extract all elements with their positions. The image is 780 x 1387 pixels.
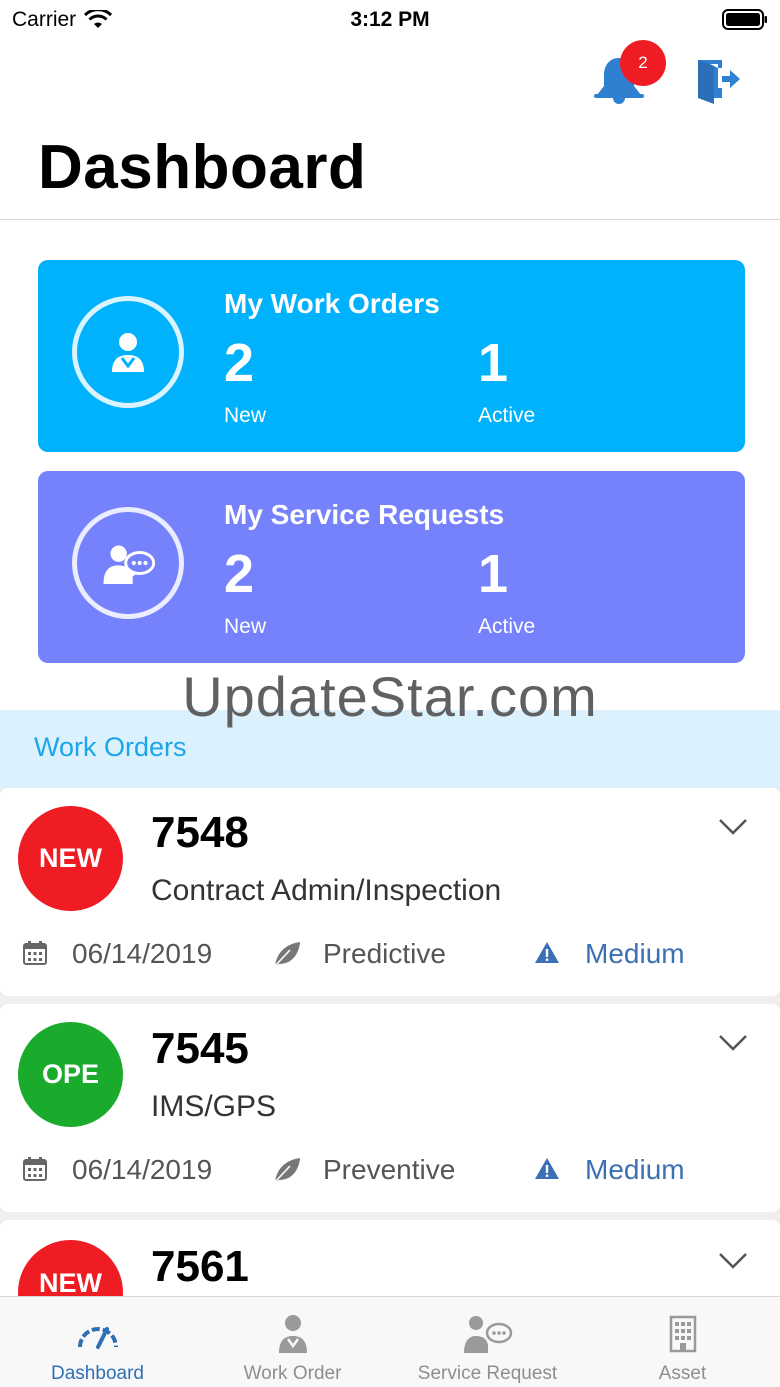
- service-request-icon: [103, 545, 156, 584]
- work-order-list: NEW 7548 Contract Admin/Inspection 06/14…: [0, 788, 780, 1296]
- status-badge: OPE: [18, 1022, 123, 1127]
- tab-service-request[interactable]: Service Request: [390, 1297, 585, 1387]
- warning-icon: [535, 942, 559, 963]
- new-label: New: [224, 404, 267, 427]
- work-order-item[interactable]: NEW 7561: [0, 1220, 780, 1296]
- battery-icon: [722, 9, 767, 30]
- chevron-down-icon[interactable]: [718, 818, 748, 836]
- my-work-orders-card[interactable]: My Work Orders 2 1 New Active: [38, 260, 745, 452]
- section-title: Work Orders: [34, 732, 187, 762]
- new-label: New: [224, 615, 267, 638]
- card-icon-circle: [72, 296, 184, 408]
- active-count: 1: [478, 333, 509, 393]
- tab-bar: Dashboard Work Order Service Request Ass…: [0, 1296, 780, 1387]
- tab-label: Work Order: [243, 1363, 342, 1384]
- maintenance-type: Predictive: [323, 938, 446, 969]
- calendar-icon: [23, 1157, 47, 1181]
- maintenance-type: Preventive: [323, 1154, 456, 1185]
- active-label: Active: [478, 615, 536, 638]
- card-icon-circle: [72, 507, 184, 619]
- tab-dashboard[interactable]: Dashboard: [0, 1297, 195, 1387]
- new-count: 2: [224, 333, 255, 393]
- speedometer-icon: [77, 1327, 118, 1349]
- chevron-down-icon[interactable]: [718, 1034, 748, 1052]
- work-order-date: 06/14/2019: [72, 938, 213, 969]
- clock: 3:12 PM: [350, 8, 430, 31]
- tab-asset[interactable]: Asset: [585, 1297, 780, 1387]
- tab-label: Asset: [658, 1363, 707, 1384]
- work-order-number: 7548: [151, 808, 249, 857]
- notification-badge: 2: [620, 40, 666, 86]
- active-label: Active: [478, 404, 536, 427]
- header: 2 Dashboard: [0, 40, 780, 220]
- tab-label: Dashboard: [51, 1363, 144, 1384]
- calendar-icon: [23, 941, 47, 965]
- active-count: 1: [478, 544, 509, 604]
- my-service-requests-card[interactable]: My Service Requests 2 1 New Active: [38, 471, 745, 663]
- building-icon: [669, 1315, 696, 1353]
- tab-work-order[interactable]: Work Order: [195, 1297, 390, 1387]
- new-count: 2: [224, 544, 255, 604]
- card-title: My Work Orders: [224, 288, 440, 319]
- logout-button[interactable]: [692, 54, 744, 106]
- work-order-description: IMS/GPS: [151, 1090, 277, 1123]
- priority-label: Medium: [585, 938, 685, 969]
- status-badge: NEW: [18, 1240, 123, 1296]
- chevron-down-icon[interactable]: [718, 1252, 748, 1270]
- work-order-description: Contract Admin/Inspection: [151, 874, 502, 907]
- work-order-number: 7561: [151, 1242, 249, 1291]
- technician-icon: [112, 333, 144, 372]
- work-order-date: 06/14/2019: [72, 1154, 213, 1185]
- watermark: UpdateStar.com: [182, 665, 598, 728]
- service-request-icon: [463, 1316, 512, 1353]
- tab-label: Service Request: [417, 1363, 558, 1384]
- leaf-icon: [274, 942, 300, 967]
- logout-icon: [698, 60, 740, 104]
- warning-icon: [535, 1158, 559, 1179]
- work-order-item[interactable]: NEW 7548 Contract Admin/Inspection 06/14…: [0, 788, 780, 996]
- priority-label: Medium: [585, 1154, 685, 1185]
- card-title: My Service Requests: [224, 499, 505, 530]
- work-order-number: 7545: [151, 1024, 249, 1073]
- page-title: Dashboard: [38, 133, 367, 202]
- technician-icon: [278, 1315, 307, 1353]
- leaf-icon: [274, 1158, 300, 1183]
- status-bar: Carrier 3:12 PM: [0, 0, 780, 40]
- work-order-item[interactable]: OPE 7545 IMS/GPS 06/14/2019 Preventive M…: [0, 1004, 780, 1212]
- status-badge: NEW: [18, 806, 123, 911]
